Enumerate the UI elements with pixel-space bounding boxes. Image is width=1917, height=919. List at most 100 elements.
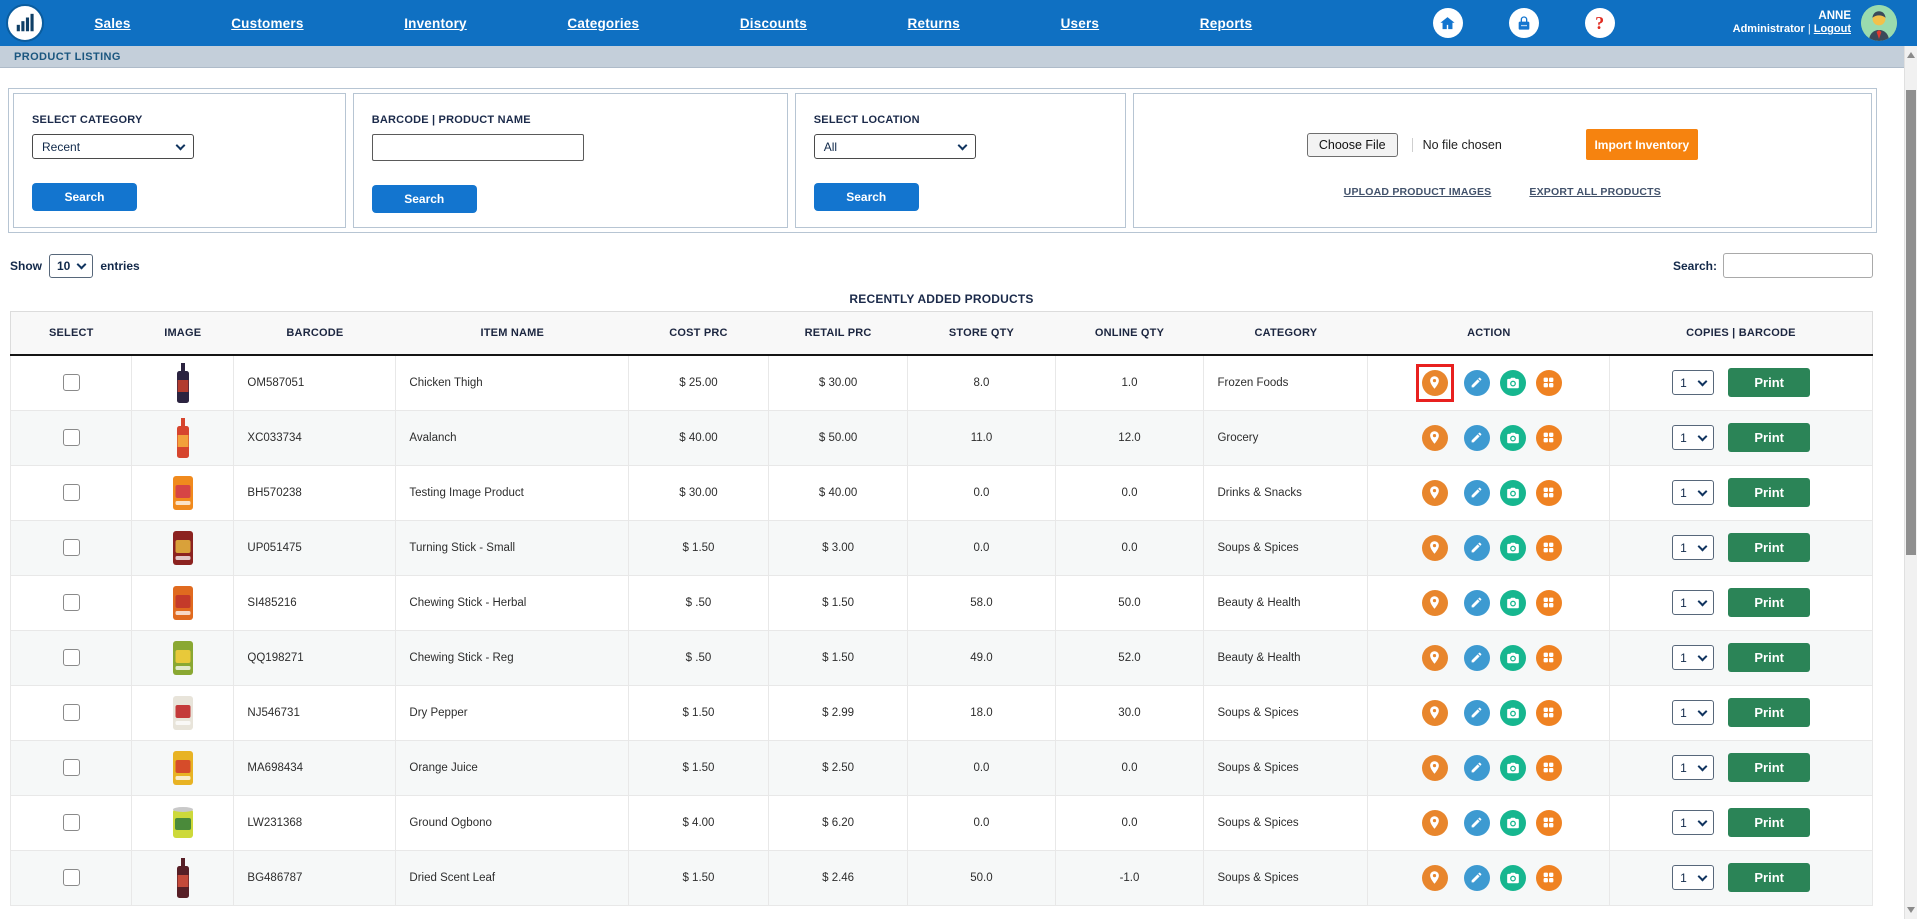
location-icon[interactable] — [1421, 479, 1448, 506]
barcode-search-button[interactable]: Search — [371, 185, 477, 213]
column-header[interactable]: CATEGORY — [1203, 311, 1368, 356]
edit-icon[interactable] — [1463, 809, 1490, 836]
user-avatar[interactable] — [1861, 5, 1897, 41]
location-icon[interactable] — [1421, 644, 1448, 671]
location-icon[interactable] — [1421, 424, 1448, 451]
menu-item-discounts[interactable]: Discounts — [740, 16, 807, 31]
copies-select[interactable]: 1 — [1672, 425, 1715, 450]
copies-select[interactable]: 1 — [1672, 865, 1715, 890]
menu-item-users[interactable]: Users — [1061, 16, 1100, 31]
copies-select[interactable]: 1 — [1672, 370, 1715, 396]
barcode-grid-icon[interactable] — [1535, 809, 1562, 836]
print-button[interactable]: Print — [1728, 698, 1811, 727]
location-icon[interactable] — [1421, 534, 1448, 561]
camera-icon[interactable] — [1499, 589, 1526, 616]
barcode-grid-icon[interactable] — [1535, 479, 1562, 506]
edit-icon[interactable] — [1463, 589, 1490, 616]
location-icon[interactable] — [1421, 699, 1448, 726]
barcode-grid-icon[interactable] — [1535, 864, 1562, 891]
logout-link[interactable]: Logout — [1814, 23, 1851, 35]
edit-icon[interactable] — [1463, 864, 1490, 891]
camera-icon[interactable] — [1499, 809, 1526, 836]
edit-icon[interactable] — [1463, 754, 1490, 781]
home-icon[interactable] — [1432, 8, 1463, 38]
column-header[interactable]: ITEM NAME — [395, 311, 629, 356]
location-icon[interactable] — [1421, 589, 1448, 616]
menu-item-inventory[interactable]: Inventory — [404, 16, 467, 31]
print-button[interactable]: Print — [1728, 533, 1811, 562]
copies-select[interactable]: 1 — [1672, 535, 1715, 560]
scroll-down-arrow-icon[interactable] — [1907, 907, 1915, 913]
camera-icon[interactable] — [1499, 864, 1526, 891]
lock-icon[interactable] — [1508, 8, 1539, 38]
column-header[interactable]: RETAIL PRC — [768, 311, 908, 356]
column-header[interactable]: ONLINE QTY — [1055, 311, 1204, 356]
import-inventory-button[interactable]: Import Inventory — [1585, 129, 1698, 160]
column-header[interactable]: ACTION — [1367, 311, 1610, 356]
barcode-grid-icon[interactable] — [1535, 699, 1562, 726]
menu-item-returns[interactable]: Returns — [908, 16, 960, 31]
menu-item-sales[interactable]: Sales — [94, 16, 130, 31]
menu-item-categories[interactable]: Categories — [567, 16, 639, 31]
print-button[interactable]: Print — [1728, 588, 1811, 617]
category-search-button[interactable]: Search — [32, 183, 137, 211]
barcode-grid-icon[interactable] — [1535, 534, 1562, 561]
copies-select[interactable]: 1 — [1672, 590, 1715, 615]
app-logo[interactable] — [6, 4, 44, 42]
copies-select[interactable]: 1 — [1672, 755, 1715, 780]
barcode-grid-icon[interactable] — [1535, 589, 1562, 616]
barcode-input[interactable] — [371, 134, 584, 161]
row-select-checkbox[interactable] — [62, 704, 80, 721]
upload-product-images-link[interactable]: UPLOAD PRODUCT IMAGES — [1344, 186, 1492, 198]
camera-icon[interactable] — [1499, 699, 1526, 726]
barcode-grid-icon[interactable] — [1535, 644, 1562, 671]
copies-select[interactable]: 1 — [1672, 700, 1715, 725]
location-icon[interactable] — [1421, 754, 1448, 781]
camera-icon[interactable] — [1499, 644, 1526, 671]
row-select-checkbox[interactable] — [62, 484, 80, 501]
barcode-grid-icon[interactable] — [1535, 424, 1562, 451]
row-select-checkbox[interactable] — [62, 814, 80, 831]
table-search-input[interactable] — [1723, 253, 1873, 278]
camera-icon[interactable] — [1499, 534, 1526, 561]
copies-select[interactable]: 1 — [1672, 645, 1715, 670]
page-size-select[interactable]: 10 — [49, 253, 94, 278]
row-select-checkbox[interactable] — [62, 539, 80, 556]
print-button[interactable]: Print — [1728, 808, 1811, 837]
row-select-checkbox[interactable] — [62, 594, 80, 611]
column-header[interactable]: BARCODE — [233, 311, 396, 356]
column-header[interactable]: SELECT — [10, 311, 132, 356]
location-search-button[interactable]: Search — [813, 183, 919, 211]
print-button[interactable]: Print — [1728, 643, 1811, 672]
location-icon[interactable] — [1421, 369, 1448, 396]
copies-select[interactable]: 1 — [1672, 810, 1715, 835]
barcode-grid-icon[interactable] — [1535, 754, 1562, 781]
edit-icon[interactable] — [1463, 699, 1490, 726]
edit-icon[interactable] — [1463, 479, 1490, 506]
edit-icon[interactable] — [1463, 644, 1490, 671]
export-all-products-link[interactable]: EXPORT ALL PRODUCTS — [1529, 186, 1661, 198]
print-button[interactable]: Print — [1728, 753, 1811, 782]
column-header[interactable]: COPIES | BARCODE — [1609, 311, 1873, 356]
scroll-up-arrow-icon[interactable] — [1907, 52, 1915, 58]
vertical-scrollbar[interactable] — [1904, 46, 1917, 919]
camera-icon[interactable] — [1499, 369, 1526, 396]
category-select[interactable]: Recent — [32, 134, 194, 159]
edit-icon[interactable] — [1463, 424, 1490, 451]
column-header[interactable]: IMAGE — [131, 311, 234, 356]
print-button[interactable]: Print — [1728, 423, 1811, 452]
scrollbar-thumb[interactable] — [1906, 90, 1916, 555]
row-select-checkbox[interactable] — [62, 429, 80, 446]
help-icon[interactable]: ? — [1584, 8, 1615, 38]
edit-icon[interactable] — [1463, 369, 1490, 396]
camera-icon[interactable] — [1499, 754, 1526, 781]
row-select-checkbox[interactable] — [62, 649, 80, 666]
print-button[interactable]: Print — [1728, 368, 1811, 398]
camera-icon[interactable] — [1499, 479, 1526, 506]
location-icon[interactable] — [1421, 809, 1448, 836]
location-icon[interactable] — [1421, 864, 1448, 891]
edit-icon[interactable] — [1463, 534, 1490, 561]
menu-item-customers[interactable]: Customers — [231, 16, 303, 31]
barcode-grid-icon[interactable] — [1535, 369, 1562, 396]
location-select[interactable]: All — [813, 134, 976, 159]
